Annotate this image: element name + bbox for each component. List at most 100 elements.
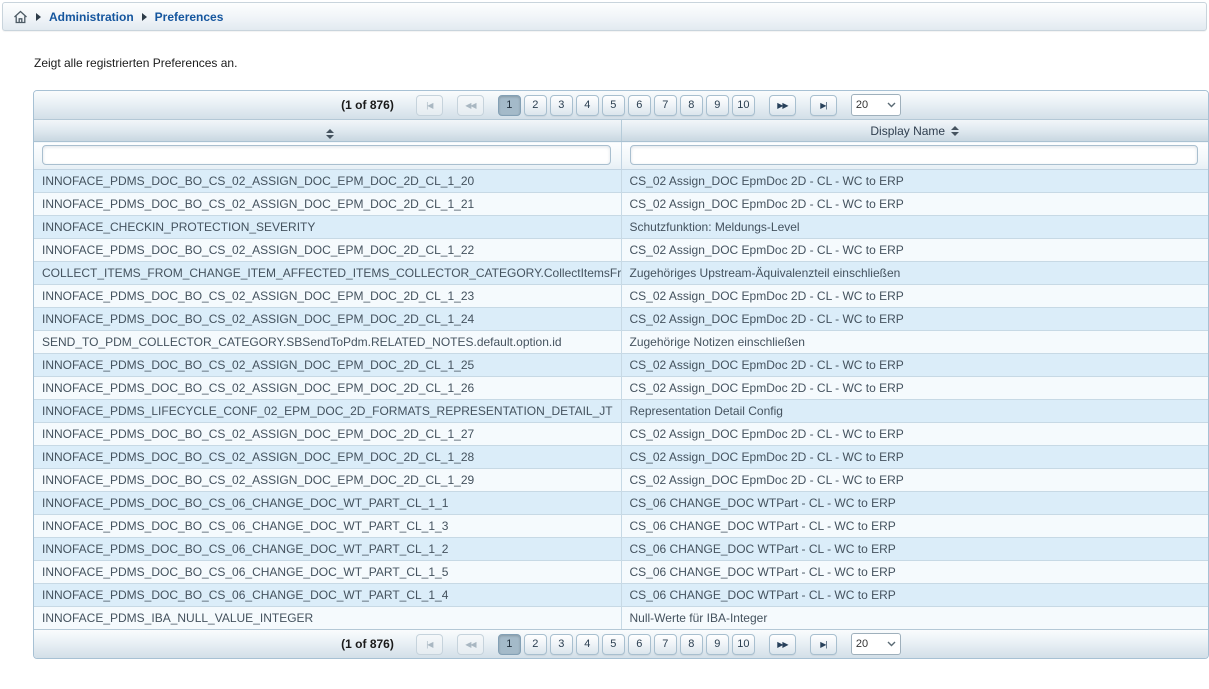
- page-button-5[interactable]: 5: [602, 634, 625, 655]
- preference-name-cell: INNOFACE_PDMS_IBA_NULL_VALUE_INTEGER: [34, 607, 621, 630]
- chevron-down-icon: [887, 102, 896, 108]
- rows-per-page-value: 20: [856, 638, 868, 650]
- page-button-5[interactable]: 5: [602, 95, 625, 116]
- preference-name-cell: INNOFACE_PDMS_DOC_BO_CS_02_ASSIGN_DOC_EP…: [34, 285, 621, 308]
- display-name-cell: Schutzfunktion: Meldungs-Level: [621, 216, 1208, 239]
- page-button-10[interactable]: 10: [732, 634, 755, 655]
- preference-name-cell: INNOFACE_PDMS_LIFECYCLE_CONF_02_EPM_DOC_…: [34, 400, 621, 423]
- table-row[interactable]: COLLECT_ITEMS_FROM_CHANGE_ITEM_AFFECTED_…: [34, 262, 1208, 285]
- table-row[interactable]: SEND_TO_PDM_COLLECTOR_CATEGORY.SBSendToP…: [34, 331, 1208, 354]
- next-page-button[interactable]: ▶▶: [769, 95, 796, 116]
- page-button-4[interactable]: 4: [576, 634, 599, 655]
- table-row[interactable]: INNOFACE_PDMS_DOC_BO_CS_02_ASSIGN_DOC_EP…: [34, 170, 1208, 193]
- page-button-6[interactable]: 6: [628, 634, 651, 655]
- chevron-down-icon: [887, 641, 896, 647]
- table-row[interactable]: INNOFACE_PDMS_DOC_BO_CS_02_ASSIGN_DOC_EP…: [34, 308, 1208, 331]
- rows-per-page-select[interactable]: 20: [851, 94, 901, 116]
- preference-name-cell: INNOFACE_PDMS_DOC_BO_CS_02_ASSIGN_DOC_EP…: [34, 170, 621, 193]
- next-page-button[interactable]: ▶▶: [769, 634, 796, 655]
- breadcrumb-item-preferences[interactable]: Preferences: [155, 10, 224, 24]
- home-icon[interactable]: [13, 10, 28, 24]
- preference-name-cell: INNOFACE_PDMS_DOC_BO_CS_02_ASSIGN_DOC_EP…: [34, 354, 621, 377]
- sort-icon: [326, 129, 334, 139]
- table-row[interactable]: INNOFACE_PDMS_LIFECYCLE_CONF_02_EPM_DOC_…: [34, 400, 1208, 423]
- display-name-cell: CS_02 Assign_DOC EpmDoc 2D - CL - WC to …: [621, 446, 1208, 469]
- preference-name-cell: INNOFACE_PDMS_DOC_BO_CS_06_CHANGE_DOC_WT…: [34, 515, 621, 538]
- table-row[interactable]: INNOFACE_PDMS_DOC_BO_CS_02_ASSIGN_DOC_EP…: [34, 377, 1208, 400]
- page-button-9[interactable]: 9: [706, 634, 729, 655]
- column-header-name[interactable]: [34, 120, 621, 142]
- rows-per-page-select[interactable]: 20: [851, 633, 901, 655]
- display-name-cell: CS_06 CHANGE_DOC WTPart - CL - WC to ERP: [621, 584, 1208, 607]
- first-page-button: |◀: [416, 634, 443, 655]
- display-name-cell: CS_06 CHANGE_DOC WTPart - CL - WC to ERP: [621, 492, 1208, 515]
- preference-name-cell: INNOFACE_PDMS_DOC_BO_CS_02_ASSIGN_DOC_EP…: [34, 469, 621, 492]
- display-name-cell: CS_02 Assign_DOC EpmDoc 2D - CL - WC to …: [621, 308, 1208, 331]
- display-name-cell: Representation Detail Config: [621, 400, 1208, 423]
- display-name-cell: CS_02 Assign_DOC EpmDoc 2D - CL - WC to …: [621, 469, 1208, 492]
- name-filter-input[interactable]: [42, 145, 611, 165]
- preference-name-cell: INNOFACE_PDMS_DOC_BO_CS_02_ASSIGN_DOC_EP…: [34, 423, 621, 446]
- page-button-1[interactable]: 1: [498, 95, 521, 116]
- display-name-filter-input[interactable]: [630, 145, 1199, 165]
- page-button-9[interactable]: 9: [706, 95, 729, 116]
- page-button-6[interactable]: 6: [628, 95, 651, 116]
- rows-per-page-value: 20: [856, 99, 868, 111]
- page-button-8[interactable]: 8: [680, 634, 703, 655]
- page-button-8[interactable]: 8: [680, 95, 703, 116]
- previous-page-button: ◀◀: [457, 634, 484, 655]
- table-row[interactable]: INNOFACE_PDMS_DOC_BO_CS_02_ASSIGN_DOC_EP…: [34, 423, 1208, 446]
- display-name-cell: Zugehöriges Upstream-Äquivalenzteil eins…: [621, 262, 1208, 285]
- previous-page-button: ◀◀: [457, 95, 484, 116]
- display-name-cell: CS_02 Assign_DOC EpmDoc 2D - CL - WC to …: [621, 285, 1208, 308]
- table-row[interactable]: INNOFACE_PDMS_DOC_BO_CS_02_ASSIGN_DOC_EP…: [34, 239, 1208, 262]
- table-row[interactable]: INNOFACE_PDMS_DOC_BO_CS_02_ASSIGN_DOC_EP…: [34, 354, 1208, 377]
- page-button-3[interactable]: 3: [550, 95, 573, 116]
- table-row[interactable]: INNOFACE_PDMS_DOC_BO_CS_02_ASSIGN_DOC_EP…: [34, 446, 1208, 469]
- preference-name-cell: SEND_TO_PDM_COLLECTOR_CATEGORY.SBSendToP…: [34, 331, 621, 354]
- preference-name-cell: INNOFACE_PDMS_DOC_BO_CS_02_ASSIGN_DOC_EP…: [34, 308, 621, 331]
- page-button-1[interactable]: 1: [498, 634, 521, 655]
- breadcrumb-item-administration[interactable]: Administration: [49, 10, 134, 24]
- display-name-cell: CS_02 Assign_DOC EpmDoc 2D - CL - WC to …: [621, 239, 1208, 262]
- display-name-cell: CS_06 CHANGE_DOC WTPart - CL - WC to ERP: [621, 561, 1208, 584]
- page-button-7[interactable]: 7: [654, 95, 677, 116]
- preference-name-cell: COLLECT_ITEMS_FROM_CHANGE_ITEM_AFFECTED_…: [34, 262, 621, 285]
- filter-cell-name: [34, 142, 621, 170]
- table-row[interactable]: INNOFACE_PDMS_DOC_BO_CS_02_ASSIGN_DOC_EP…: [34, 285, 1208, 308]
- preference-name-cell: INNOFACE_PDMS_DOC_BO_CS_06_CHANGE_DOC_WT…: [34, 538, 621, 561]
- paginator-current-page: (1 of 876): [341, 98, 394, 112]
- last-page-button[interactable]: ▶|: [810, 95, 837, 116]
- preference-name-cell: INNOFACE_PDMS_DOC_BO_CS_06_CHANGE_DOC_WT…: [34, 561, 621, 584]
- preference-name-cell: INNOFACE_PDMS_DOC_BO_CS_02_ASSIGN_DOC_EP…: [34, 193, 621, 216]
- first-page-button: |◀: [416, 95, 443, 116]
- table-row[interactable]: INNOFACE_PDMS_DOC_BO_CS_06_CHANGE_DOC_WT…: [34, 561, 1208, 584]
- preference-name-cell: INNOFACE_PDMS_DOC_BO_CS_02_ASSIGN_DOC_EP…: [34, 377, 621, 400]
- page-button-3[interactable]: 3: [550, 634, 573, 655]
- page-button-2[interactable]: 2: [524, 95, 547, 116]
- table-row[interactable]: INNOFACE_PDMS_DOC_BO_CS_06_CHANGE_DOC_WT…: [34, 538, 1208, 561]
- page-button-10[interactable]: 10: [732, 95, 755, 116]
- display-name-cell: CS_02 Assign_DOC EpmDoc 2D - CL - WC to …: [621, 377, 1208, 400]
- filter-cell-display-name: [621, 142, 1208, 170]
- page-button-4[interactable]: 4: [576, 95, 599, 116]
- breadcrumb-separator-icon: [36, 13, 41, 21]
- table-row[interactable]: INNOFACE_PDMS_DOC_BO_CS_06_CHANGE_DOC_WT…: [34, 492, 1208, 515]
- display-name-cell: CS_06 CHANGE_DOC WTPart - CL - WC to ERP: [621, 538, 1208, 561]
- table-row[interactable]: INNOFACE_PDMS_DOC_BO_CS_02_ASSIGN_DOC_EP…: [34, 193, 1208, 216]
- table-row[interactable]: INNOFACE_PDMS_DOC_BO_CS_02_ASSIGN_DOC_EP…: [34, 469, 1208, 492]
- preference-name-cell: INNOFACE_PDMS_DOC_BO_CS_02_ASSIGN_DOC_EP…: [34, 239, 621, 262]
- sort-icon: [951, 126, 959, 136]
- table-row[interactable]: INNOFACE_PDMS_DOC_BO_CS_06_CHANGE_DOC_WT…: [34, 515, 1208, 538]
- table-row[interactable]: INNOFACE_CHECKIN_PROTECTION_SEVERITYSchu…: [34, 216, 1208, 239]
- column-header-display-name[interactable]: Display Name: [621, 120, 1208, 142]
- table-row[interactable]: INNOFACE_PDMS_DOC_BO_CS_06_CHANGE_DOC_WT…: [34, 584, 1208, 607]
- display-name-cell: CS_02 Assign_DOC EpmDoc 2D - CL - WC to …: [621, 423, 1208, 446]
- table-row[interactable]: INNOFACE_PDMS_IBA_NULL_VALUE_INTEGERNull…: [34, 607, 1208, 630]
- last-page-button[interactable]: ▶|: [810, 634, 837, 655]
- page-button-2[interactable]: 2: [524, 634, 547, 655]
- preference-name-cell: INNOFACE_CHECKIN_PROTECTION_SEVERITY: [34, 216, 621, 239]
- column-header-display-name-label: Display Name: [870, 124, 945, 138]
- intro-text: Zeigt alle registrierten Preferences an.: [34, 56, 1209, 70]
- page-button-7[interactable]: 7: [654, 634, 677, 655]
